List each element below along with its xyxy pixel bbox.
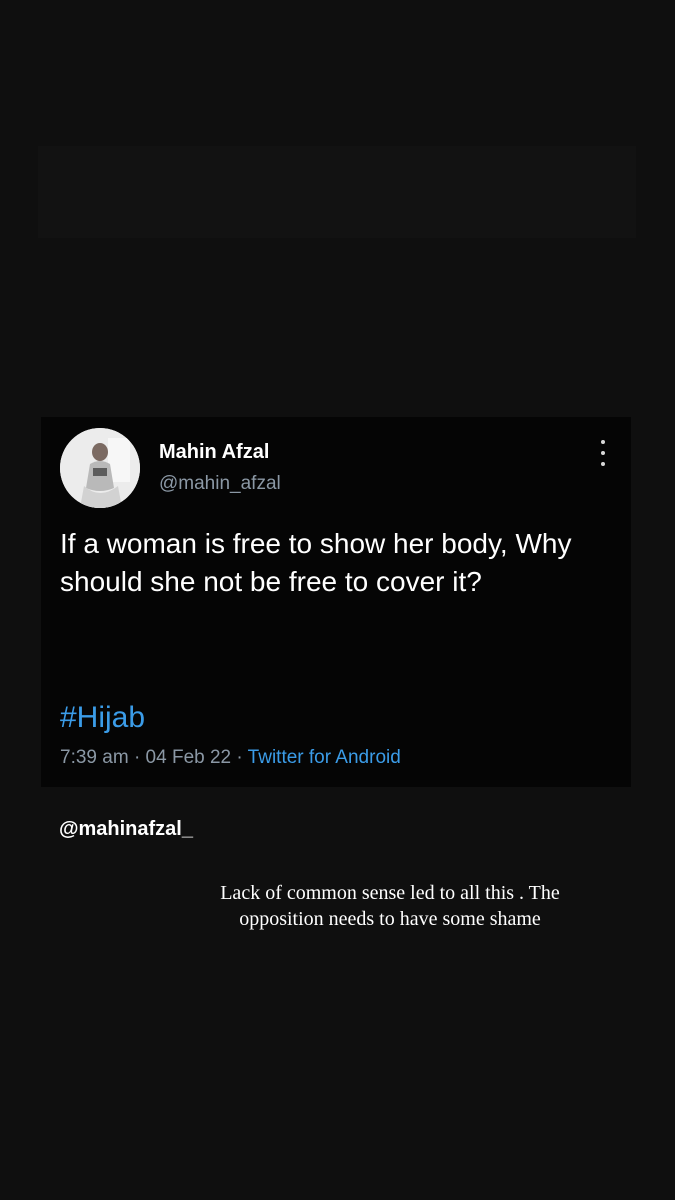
tweet-card[interactable]: Mahin Afzal @mahin_afzal If a woman is f…	[41, 417, 631, 787]
display-name[interactable]: Mahin Afzal	[159, 441, 269, 464]
tweet-meta: 7:39 am · 04 Feb 22 · Twitter for Androi…	[60, 747, 401, 769]
tweet-source-link[interactable]: Twitter for Android	[248, 747, 401, 768]
top-dark-band	[38, 146, 636, 238]
meta-separator: ·	[236, 747, 243, 768]
hashtag-link[interactable]: #Hijab	[60, 701, 145, 735]
avatar[interactable]	[60, 428, 140, 508]
tweet-text: If a woman is free to show her body, Why…	[60, 528, 572, 597]
more-dot	[601, 451, 605, 455]
story-mention[interactable]: @mahinafzal_	[59, 818, 193, 841]
more-vertical-icon[interactable]	[591, 440, 615, 466]
profile-photo-icon	[60, 428, 140, 508]
more-dot	[601, 440, 605, 444]
tweet-time: 7:39 am	[60, 747, 129, 768]
tweet-date: 04 Feb 22	[145, 747, 232, 768]
story-caption: Lack of common sense led to all this . T…	[220, 882, 560, 930]
user-handle[interactable]: @mahin_afzal	[159, 473, 281, 495]
more-dot	[601, 462, 605, 466]
meta-separator: ·	[133, 747, 141, 768]
